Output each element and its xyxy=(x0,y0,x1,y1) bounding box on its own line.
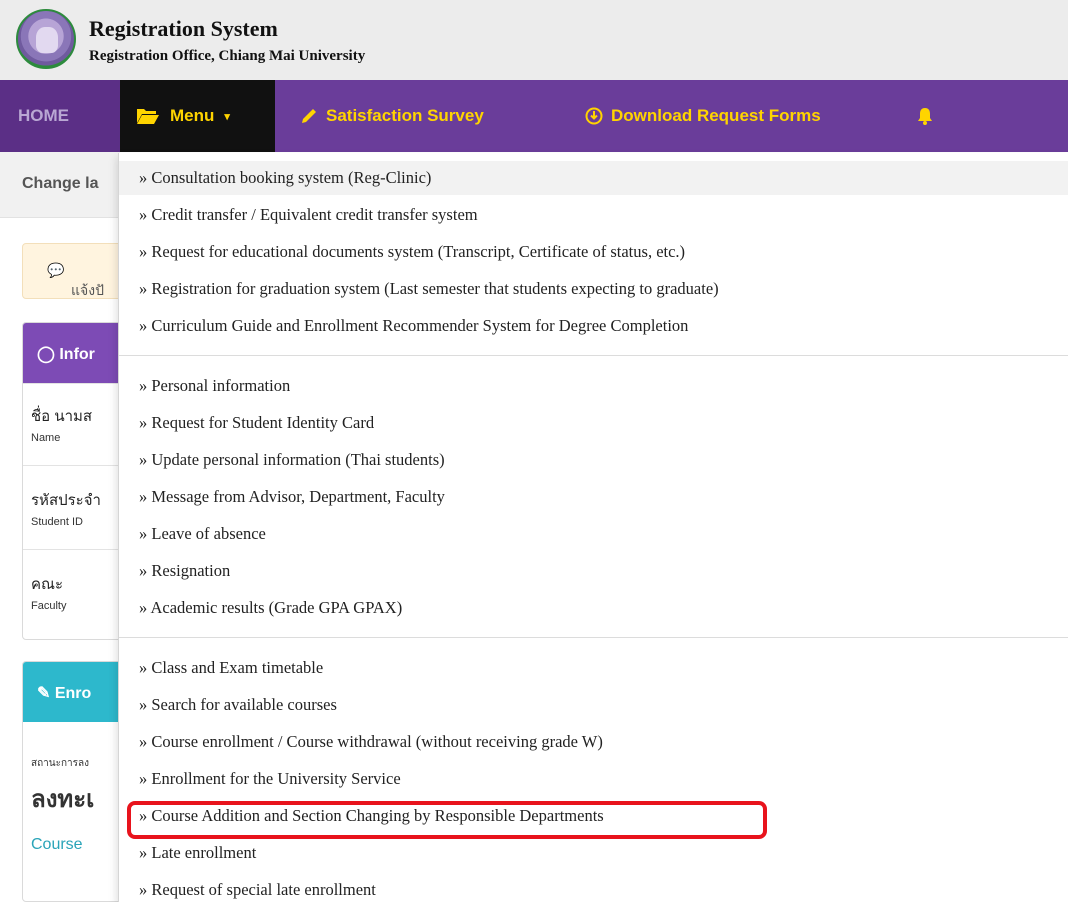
site-header: Registration System Registration Office,… xyxy=(0,0,1068,80)
double-chevron-icon: » xyxy=(139,880,148,899)
menu-item-label: Resignation xyxy=(151,561,231,580)
nav-forms-label: Download Request Forms xyxy=(611,106,821,125)
notice-text: 💬 แจ้งปั xyxy=(47,262,104,298)
menu-item-search-available-courses[interactable]: » Search for available courses xyxy=(119,688,1068,722)
double-chevron-icon: » xyxy=(139,695,148,714)
nav-home-link[interactable]: HOME xyxy=(0,80,120,152)
menu-dropdown: » Consultation booking system (Reg-Clini… xyxy=(118,153,1068,902)
menu-item-label: Personal information xyxy=(151,376,291,395)
menu-item-label: Class and Exam timetable xyxy=(151,658,324,677)
menu-item-class-exam-timetable[interactable]: » Class and Exam timetable xyxy=(119,651,1068,685)
download-circle-icon xyxy=(585,107,603,125)
menu-divider xyxy=(119,637,1068,638)
menu-divider xyxy=(119,355,1068,356)
enroll-status-label: สถานะการลง xyxy=(31,758,90,769)
menu-item-student-id-card-request[interactable]: » Request for Student Identity Card xyxy=(119,406,1068,440)
info-card-title: Infor xyxy=(59,346,95,363)
nav-satisfaction-survey-link[interactable]: Satisfaction Survey xyxy=(300,80,484,152)
bell-icon xyxy=(918,108,932,125)
menu-item-label: Leave of absence xyxy=(151,524,266,543)
double-chevron-icon: » xyxy=(139,561,148,580)
edit-icon: ✎ xyxy=(37,685,51,702)
double-chevron-icon: » xyxy=(139,732,148,751)
user-circle-icon: ◯ xyxy=(37,346,55,363)
enroll-course-link[interactable]: Course xyxy=(31,836,83,854)
row-label-th: คณะ xyxy=(31,576,64,593)
enroll-card-title: Enro xyxy=(54,685,92,702)
menu-item-educational-documents-request[interactable]: » Request for educational documents syst… xyxy=(119,235,1068,269)
double-chevron-icon: » xyxy=(139,598,148,617)
menu-item-curriculum-guide[interactable]: » Curriculum Guide and Enrollment Recomm… xyxy=(119,309,1068,343)
nav-menu-dropdown-toggle[interactable]: Menu ▾ xyxy=(120,80,275,152)
caret-down-icon: ▾ xyxy=(224,110,230,123)
site-title: Registration System xyxy=(89,16,278,41)
menu-item-label: Request for Student Identity Card xyxy=(151,413,375,432)
menu-item-label: Message from Advisor, Department, Facult… xyxy=(151,487,445,506)
change-language-bar[interactable]: Change la xyxy=(0,152,120,218)
menu-item-update-personal-information[interactable]: » Update personal information (Thai stud… xyxy=(119,443,1068,477)
menu-item-label: Credit transfer / Equivalent credit tran… xyxy=(151,205,478,224)
menu-item-label: Course enrollment / Course withdrawal (w… xyxy=(151,732,603,751)
menu-item-graduation-registration[interactable]: » Registration for graduation system (La… xyxy=(119,272,1068,306)
nav-survey-label: Satisfaction Survey xyxy=(326,106,484,125)
row-label-en: Student ID xyxy=(31,516,83,528)
menu-item-leave-of-absence[interactable]: » Leave of absence xyxy=(119,517,1068,551)
double-chevron-icon: » xyxy=(139,168,148,187)
double-chevron-icon: » xyxy=(139,279,148,298)
menu-item-academic-results[interactable]: » Academic results (Grade GPA GPAX) xyxy=(119,591,1068,625)
double-chevron-icon: » xyxy=(139,843,148,862)
site-subtitle: Registration Office, Chiang Mai Universi… xyxy=(89,48,366,64)
menu-item-course-enrollment-withdrawal[interactable]: » Course enrollment / Course withdrawal … xyxy=(119,725,1068,759)
menu-item-university-service-enrollment[interactable]: » Enrollment for the University Service xyxy=(119,762,1068,796)
menu-item-special-late-enrollment-request[interactable]: » Request of special late enrollment xyxy=(119,873,1068,902)
row-label-th: รหัสประจำ xyxy=(31,492,101,509)
double-chevron-icon: » xyxy=(139,316,148,335)
menu-item-label: Enrollment for the University Service xyxy=(151,769,401,788)
notification-bell[interactable] xyxy=(917,80,933,152)
double-chevron-icon: » xyxy=(139,450,148,469)
row-label-en: Name xyxy=(31,432,61,444)
menu-item-label: Registration for graduation system (Last… xyxy=(151,279,719,298)
double-chevron-icon: » xyxy=(139,487,148,506)
menu-item-label: Curriculum Guide and Enrollment Recommen… xyxy=(151,316,689,335)
change-language-label: Change la xyxy=(22,175,99,192)
main-navbar: HOME Menu ▾ Satisfaction Survey Download… xyxy=(0,80,1068,152)
double-chevron-icon: » xyxy=(139,769,148,788)
menu-item-label: Update personal information (Thai studen… xyxy=(151,450,445,469)
double-chevron-icon: » xyxy=(139,242,148,261)
double-chevron-icon: » xyxy=(139,658,148,677)
menu-item-resignation[interactable]: » Resignation xyxy=(119,554,1068,588)
double-chevron-icon: » xyxy=(139,205,148,224)
menu-item-personal-information[interactable]: » Personal information xyxy=(119,369,1068,403)
enroll-status-value: ลงทะเ xyxy=(31,786,95,813)
nav-menu-label: Menu xyxy=(170,106,215,125)
double-chevron-icon: » xyxy=(139,376,148,395)
menu-item-label: Request for educational documents system… xyxy=(151,242,686,261)
double-chevron-icon: » xyxy=(139,413,148,432)
menu-item-credit-transfer[interactable]: » Credit transfer / Equivalent credit tr… xyxy=(119,198,1068,232)
highlight-annotation xyxy=(127,801,767,839)
menu-item-label: Consultation booking system (Reg-Clinic) xyxy=(151,168,432,187)
double-chevron-icon: » xyxy=(139,524,148,543)
university-logo xyxy=(16,9,76,69)
row-label-th: ชื่อ นามส xyxy=(31,408,93,425)
menu-item-late-enrollment[interactable]: » Late enrollment xyxy=(119,836,1068,870)
menu-item-consultation-booking[interactable]: » Consultation booking system (Reg-Clini… xyxy=(119,161,1068,195)
nav-download-forms-link[interactable]: Download Request Forms xyxy=(585,80,821,152)
menu-item-label: Search for available courses xyxy=(151,695,337,714)
menu-item-label: Request of special late enrollment xyxy=(151,880,376,899)
menu-item-advisor-messages[interactable]: » Message from Advisor, Department, Facu… xyxy=(119,480,1068,514)
row-label-en: Faculty xyxy=(31,600,67,612)
menu-item-label: Academic results (Grade GPA GPAX) xyxy=(150,598,403,617)
menu-item-label: Late enrollment xyxy=(151,843,257,862)
folder-open-icon xyxy=(137,109,159,124)
pencil-icon xyxy=(302,109,316,123)
